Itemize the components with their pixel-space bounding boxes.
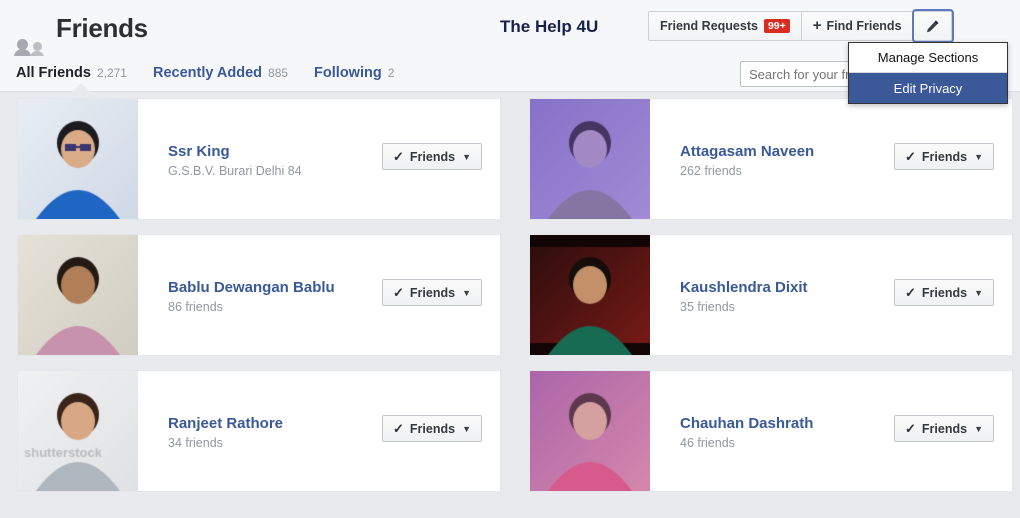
check-icon: ✓ (905, 420, 916, 436)
tab-label: All Friends (16, 65, 91, 81)
friends-row: Ssr King G.S.B.V. Burari Delhi 84 ✓ Frie… (0, 98, 1020, 234)
friend-requests-label: Friend Requests (660, 19, 758, 33)
find-friends-label: Find Friends (826, 19, 902, 33)
edit-dropdown-menu: Manage Sections Edit Privacy (848, 42, 1008, 104)
friends-button-label: Friends (409, 149, 456, 164)
pencil-icon (926, 20, 938, 32)
friends-button-label: Friends (409, 285, 456, 300)
friends-status-button[interactable]: ✓ Friends ▼ (382, 279, 482, 306)
chevron-down-icon: ▼ (462, 151, 471, 162)
friend-requests-button[interactable]: Friend Requests 99+ (648, 11, 802, 41)
friends-status-button[interactable]: ✓ Friends ▼ (382, 143, 482, 170)
check-icon: ✓ (393, 148, 404, 164)
menu-item-label: Manage Sections (877, 50, 979, 65)
friend-card[interactable]: Bablu Dewangan Bablu 86 friends ✓ Friend… (17, 234, 501, 356)
check-icon: ✓ (393, 284, 404, 300)
chevron-down-icon: ▼ (974, 151, 983, 162)
tab-label: Following (314, 65, 382, 81)
avatar[interactable] (18, 371, 138, 491)
friends-button-label: Friends (409, 421, 456, 436)
tab-count: 2,271 (96, 66, 127, 80)
friend-card[interactable]: Ranjeet Rathore 34 friends ✓ Friends ▼ (17, 370, 501, 492)
tab-all-friends[interactable]: All Friends 2,271 (16, 65, 127, 81)
menu-item-label: Edit Privacy (893, 80, 963, 96)
header-button-group: Friend Requests 99+ + Find Friends (648, 9, 954, 43)
edit-friends-button[interactable] (911, 9, 954, 43)
friends-grid: Ssr King G.S.B.V. Burari Delhi 84 ✓ Frie… (0, 98, 1020, 506)
plus-icon: + (812, 17, 822, 34)
friends-status-button[interactable]: ✓ Friends ▼ (382, 415, 482, 442)
avatar[interactable] (530, 99, 650, 219)
avatar[interactable] (18, 99, 138, 219)
friends-button-label: Friends (921, 421, 968, 436)
friends-row: Ranjeet Rathore 34 friends ✓ Friends ▼ C… (0, 370, 1020, 506)
page-title-group: Friends (14, 12, 148, 61)
people-icon (14, 15, 48, 61)
friend-card[interactable]: Attagasam Naveen 262 friends ✓ Friends ▼ (529, 98, 1013, 220)
tab-following[interactable]: Following 2 (314, 65, 394, 81)
tab-recently-added[interactable]: Recently Added 885 (153, 65, 288, 81)
chevron-down-icon: ▼ (462, 287, 471, 298)
menu-item-edit-privacy[interactable]: Edit Privacy (849, 73, 1007, 103)
friends-status-button[interactable]: ✓ Friends ▼ (894, 143, 994, 170)
chevron-down-icon: ▼ (462, 423, 471, 434)
friend-requests-badge: 99+ (763, 19, 790, 33)
chevron-down-icon: ▼ (974, 423, 983, 434)
friends-status-button[interactable]: ✓ Friends ▼ (894, 415, 994, 442)
active-tab-indicator (72, 83, 90, 92)
menu-item-manage-sections[interactable]: Manage Sections (849, 43, 1007, 73)
tab-label: Recently Added (152, 65, 263, 81)
friend-card[interactable]: Kaushlendra Dixit 35 friends ✓ Friends ▼ (529, 234, 1013, 356)
check-icon: ✓ (393, 420, 404, 436)
chevron-down-icon: ▼ (974, 287, 983, 298)
friend-card[interactable]: Chauhan Dashrath 46 friends ✓ Friends ▼ (529, 370, 1013, 492)
friends-row: Bablu Dewangan Bablu 86 friends ✓ Friend… (0, 234, 1020, 370)
friends-button-label: Friends (921, 149, 968, 164)
avatar[interactable] (18, 235, 138, 355)
tab-count: 885 (268, 66, 289, 80)
friend-card[interactable]: Ssr King G.S.B.V. Burari Delhi 84 ✓ Frie… (17, 98, 501, 220)
friends-status-button[interactable]: ✓ Friends ▼ (894, 279, 994, 306)
tab-count: 2 (387, 66, 395, 80)
avatar[interactable] (530, 235, 650, 355)
page-title: Friends (56, 12, 148, 43)
check-icon: ✓ (905, 284, 916, 300)
find-friends-button[interactable]: + Find Friends (801, 11, 914, 41)
friends-button-label: Friends (921, 285, 968, 300)
avatar[interactable] (530, 371, 650, 491)
account-name: The Help 4U (500, 17, 599, 36)
check-icon: ✓ (905, 148, 916, 164)
